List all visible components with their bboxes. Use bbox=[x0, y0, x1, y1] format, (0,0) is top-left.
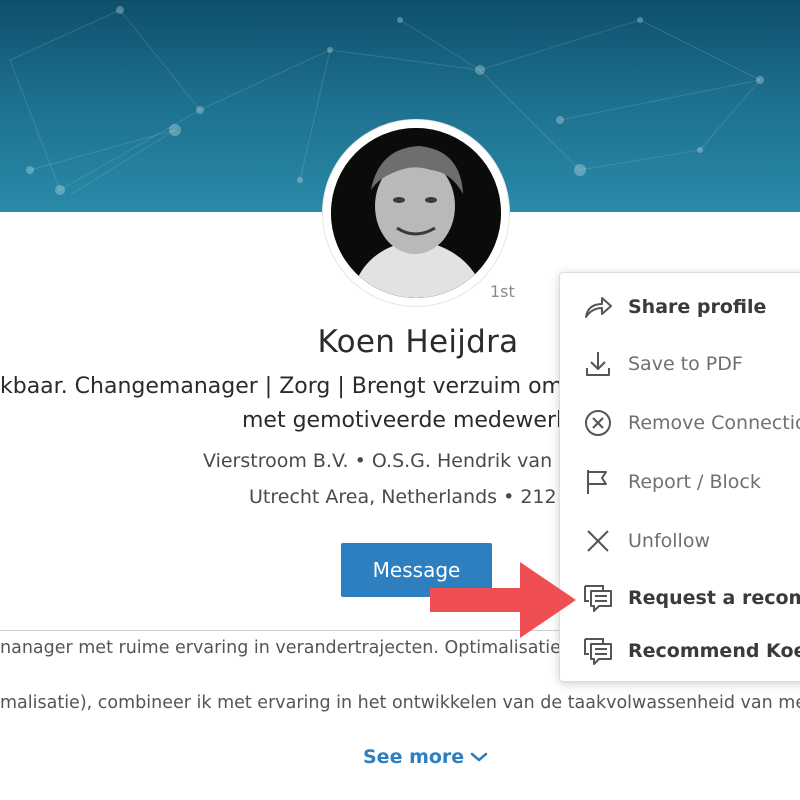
profile-location: Utrecht Area, Netherlands • 212 bbox=[249, 486, 557, 508]
menu-item-unfollow[interactable]: Unfollow bbox=[560, 516, 800, 566]
menu-item-label: Recommend Koen bbox=[628, 640, 800, 662]
close-icon bbox=[582, 525, 614, 557]
download-icon bbox=[582, 348, 614, 380]
menu-item-label: Report / Block bbox=[628, 471, 761, 493]
menu-item-report-block[interactable]: Report / Block bbox=[560, 457, 800, 507]
menu-item-share-profile[interactable]: Share profile bbox=[560, 282, 800, 332]
flag-icon bbox=[582, 466, 614, 498]
recommendation-icon bbox=[582, 635, 614, 667]
recommendation-icon bbox=[582, 582, 614, 614]
summary-line2: malisatie), combineer ik met ervaring in… bbox=[0, 693, 800, 713]
profile-headline-line2: met gemotiveerde medewerk bbox=[242, 408, 569, 433]
menu-item-label: Unfollow bbox=[628, 530, 710, 552]
menu-item-request-recommendation[interactable]: Request a recomme bbox=[560, 573, 800, 623]
chevron-down-icon bbox=[470, 752, 488, 762]
menu-item-save-pdf[interactable]: Save to PDF bbox=[560, 339, 800, 389]
menu-item-recommend-koen[interactable]: Recommend Koen bbox=[560, 626, 800, 676]
profile-actions-menu: Share profile Save to PDF Remove Connect… bbox=[559, 272, 800, 682]
connection-degree: 1st bbox=[490, 282, 515, 301]
profile-avatar[interactable] bbox=[323, 120, 509, 306]
see-more-label: See more bbox=[363, 746, 465, 768]
menu-item-label: Remove Connection bbox=[628, 412, 800, 434]
share-icon bbox=[582, 291, 614, 323]
menu-item-label: Request a recomme bbox=[628, 587, 800, 609]
remove-circle-icon bbox=[582, 407, 614, 439]
profile-photo bbox=[331, 128, 501, 298]
menu-item-label: Share profile bbox=[628, 296, 767, 318]
menu-item-label: Save to PDF bbox=[628, 353, 743, 375]
profile-headline-line1: kbaar. Changemanager | Zorg | Brengt ver… bbox=[0, 374, 583, 399]
see-more-link[interactable]: See more bbox=[363, 746, 488, 768]
profile-company[interactable]: Vierstroom B.V. • O.S.G. Hendrik van bbox=[203, 450, 552, 472]
red-arrow-annotation bbox=[430, 562, 576, 638]
menu-item-remove-connection[interactable]: Remove Connection bbox=[560, 398, 800, 448]
